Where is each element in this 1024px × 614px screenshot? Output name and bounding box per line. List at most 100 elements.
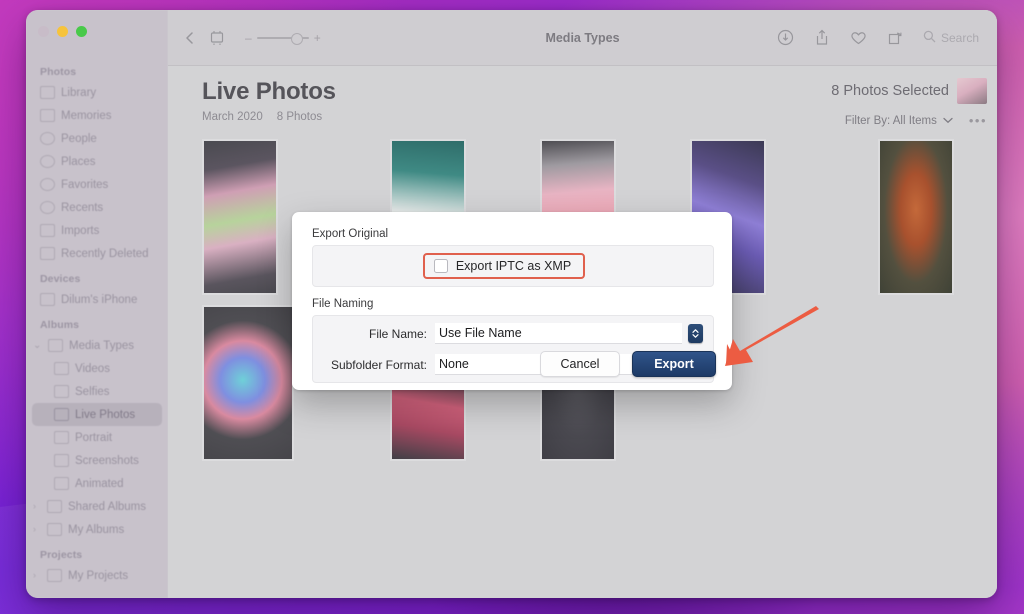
iptc-checkbox-highlight[interactable]: Export IPTC as XMP bbox=[422, 253, 586, 279]
filter-control[interactable]: Filter By: All Items ••• bbox=[831, 113, 987, 128]
sidebar-item-label: My Projects bbox=[68, 569, 129, 582]
screenshot-root: Photos Library Memories People Places Favorit… bbox=[0, 0, 1024, 614]
export-original-box: Export IPTC as XMP bbox=[312, 245, 714, 287]
sidebar-item-people[interactable]: People bbox=[32, 127, 162, 150]
folder-icon bbox=[48, 339, 63, 352]
export-original-label: Export Original bbox=[312, 228, 389, 240]
sidebar-group-label: Devices bbox=[40, 273, 81, 285]
sidebar-item-animated[interactable]: Animated bbox=[32, 472, 162, 495]
chevron-down-icon[interactable] bbox=[943, 115, 953, 127]
toolbar: – + Media Types Search bbox=[168, 10, 997, 66]
sidebar-group-label: Photos bbox=[40, 66, 77, 78]
sidebar-item-favorites[interactable]: Favorites bbox=[32, 173, 162, 196]
album-header: Live Photos March 2020 8 Photos 8 Photos… bbox=[168, 66, 997, 129]
photos-library-icon bbox=[40, 86, 55, 99]
maximize-button[interactable] bbox=[76, 26, 87, 37]
disclosure-collapsed-icon[interactable]: › bbox=[33, 502, 41, 511]
photo-thumbnail[interactable] bbox=[202, 305, 294, 461]
sidebar-item-label: Animated bbox=[75, 477, 124, 490]
sidebar-item-label: Portrait bbox=[75, 431, 113, 444]
sidebar-item-label: Recents bbox=[61, 201, 104, 214]
file-name-input[interactable] bbox=[435, 323, 682, 344]
subfolder-format-label: Subfolder Format: bbox=[330, 357, 427, 372]
disclosure-collapsed-icon[interactable]: › bbox=[33, 571, 41, 580]
sidebar-item-memories[interactable]: Memories bbox=[32, 104, 162, 127]
sidebar-item-label: Library bbox=[61, 86, 97, 99]
sidebar-item-media-types[interactable]: ⌄ Media Types bbox=[32, 334, 162, 357]
search-icon bbox=[923, 30, 936, 46]
minimize-button[interactable] bbox=[57, 26, 68, 37]
selection-status: 8 Photos Selected bbox=[831, 78, 987, 104]
sidebar-item-recents[interactable]: Recents bbox=[32, 196, 162, 219]
shared-album-icon bbox=[47, 500, 62, 513]
sidebar-item-portrait[interactable]: Portrait bbox=[32, 426, 162, 449]
photo-thumbnail[interactable] bbox=[878, 139, 954, 295]
clock-icon bbox=[40, 201, 55, 214]
export-iptc-checkbox[interactable] bbox=[433, 259, 448, 273]
sidebar-item-dilum-s-iphone[interactable]: Dilum's iPhone bbox=[32, 288, 162, 311]
live-photo-icon bbox=[54, 408, 69, 421]
people-icon bbox=[40, 132, 55, 145]
search-input[interactable]: Search bbox=[941, 31, 979, 45]
sidebar-item-screenshots[interactable]: Screenshots bbox=[32, 449, 162, 472]
portrait-icon bbox=[54, 431, 69, 444]
sidebar-item-imports[interactable]: Imports bbox=[32, 219, 162, 242]
sidebar-item-label: People bbox=[61, 132, 97, 145]
imports-icon bbox=[40, 224, 55, 237]
export-dialog: Export Original Export IPTC as XMP File … bbox=[292, 212, 732, 390]
info-circle-icon[interactable] bbox=[777, 29, 794, 46]
sidebar-item-label: Dilum's iPhone bbox=[61, 293, 138, 306]
rotate-icon[interactable] bbox=[887, 30, 903, 46]
sidebar-item-label: Places bbox=[61, 155, 96, 168]
file-name-stepper[interactable] bbox=[688, 324, 703, 343]
disclosure-expanded-icon[interactable]: ⌄ bbox=[33, 340, 42, 351]
disclosure-collapsed-icon[interactable]: › bbox=[33, 525, 41, 534]
header-right: 8 Photos Selected Filter By: All Items •… bbox=[831, 78, 987, 128]
sidebar-item-videos[interactable]: Videos bbox=[32, 357, 162, 380]
sidebar-item-label: Imports bbox=[61, 224, 100, 237]
search-field[interactable]: Search bbox=[923, 30, 979, 46]
screenshot-icon bbox=[54, 454, 69, 467]
projects-icon bbox=[47, 569, 62, 582]
album-count: 8 Photos bbox=[276, 111, 323, 123]
sidebar-item-label: Selfies bbox=[75, 385, 110, 398]
sidebar-item-live-photos[interactable]: Live Photos bbox=[32, 403, 162, 426]
places-pin-icon bbox=[40, 155, 55, 168]
sidebar-group-label: Albums bbox=[40, 319, 80, 331]
sidebar: Photos Library Memories People Places Favorit… bbox=[26, 10, 168, 598]
sidebar-item-label: Shared Albums bbox=[68, 500, 146, 513]
sidebar-item-label: Favorites bbox=[61, 178, 109, 191]
sidebar-item-library[interactable]: Library bbox=[32, 81, 162, 104]
heart-icon bbox=[40, 178, 55, 191]
avatar bbox=[957, 78, 987, 104]
dialog-actions: Cancel Export bbox=[540, 351, 716, 377]
selection-label: 8 Photos Selected bbox=[831, 83, 949, 99]
sidebar-item-label: Recently Deleted bbox=[61, 247, 149, 260]
sidebar-item-my-projects[interactable]: › My Projects bbox=[32, 564, 162, 587]
photo-thumbnail[interactable] bbox=[202, 139, 278, 295]
sidebar-item-label: My Albums bbox=[68, 523, 125, 536]
album-icon bbox=[47, 523, 62, 536]
file-naming-label: File Naming bbox=[312, 298, 374, 310]
ellipsis-icon[interactable]: ••• bbox=[959, 113, 987, 128]
sidebar-item-places[interactable]: Places bbox=[32, 150, 162, 173]
trash-icon bbox=[40, 247, 55, 260]
heart-icon[interactable] bbox=[850, 30, 867, 46]
sidebar-item-my-albums[interactable]: › My Albums bbox=[32, 518, 162, 541]
share-icon[interactable] bbox=[814, 29, 830, 46]
filter-label[interactable]: Filter By: All Items bbox=[845, 115, 937, 127]
file-name-control[interactable] bbox=[435, 323, 703, 344]
iphone-icon bbox=[40, 293, 55, 306]
file-name-row: File Name: bbox=[323, 323, 703, 344]
sidebar-item-recently-deleted[interactable]: Recently Deleted bbox=[32, 242, 162, 265]
window-controls bbox=[38, 26, 87, 37]
animated-icon bbox=[54, 477, 69, 490]
cancel-button[interactable]: Cancel bbox=[540, 351, 620, 377]
sidebar-item-shared-albums[interactable]: › Shared Albums bbox=[32, 495, 162, 518]
sidebar-item-selfies[interactable]: Selfies bbox=[32, 380, 162, 403]
album-date: March 2020 bbox=[202, 111, 263, 123]
export-iptc-label[interactable]: Export IPTC as XMP bbox=[456, 259, 571, 273]
checkbox-row: Export IPTC as XMP bbox=[323, 253, 703, 279]
export-button[interactable]: Export bbox=[632, 351, 716, 377]
close-button[interactable] bbox=[38, 26, 49, 37]
